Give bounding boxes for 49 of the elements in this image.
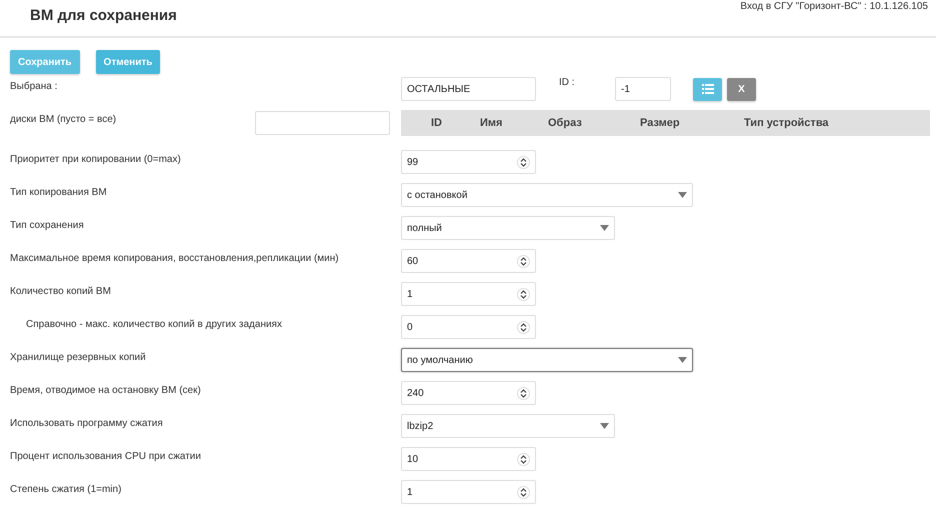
number-field[interactable]: 99	[401, 150, 536, 174]
caret-icon	[678, 192, 687, 198]
field-label: Степень сжатия (1=min)	[10, 483, 122, 495]
caret-icon	[600, 225, 609, 231]
field-label: Использовать программу сжатия	[10, 417, 164, 429]
spinner-icon	[517, 386, 530, 400]
field-label: Хранилище резервных копий	[10, 351, 147, 363]
spinner-icon	[517, 320, 530, 334]
text-field[interactable]: ОСТАЛЬНЫЕ	[401, 77, 536, 101]
caret-icon	[678, 357, 687, 363]
column-header[interactable]: Размер	[640, 117, 744, 129]
list-icon	[702, 84, 714, 94]
number-field[interactable]: 1	[401, 282, 536, 306]
clear-button[interactable]: X	[727, 78, 756, 100]
column-header[interactable]: ID	[431, 117, 480, 129]
list-button[interactable]	[693, 78, 722, 100]
dropdown[interactable]: по умолчанию	[401, 348, 693, 372]
number-field[interactable]: 10	[401, 447, 536, 471]
field-label: ID :	[558, 77, 576, 88]
field-label: диски ВМ (пусто = все)	[10, 114, 116, 127]
column-header[interactable]: Тип устройства	[744, 117, 829, 129]
field-label: Количество копий ВМ	[10, 285, 112, 297]
field-label: Время, отводимое на остановку ВМ (сек)	[10, 384, 202, 396]
id-field[interactable]: -1	[615, 77, 671, 101]
spinner-icon	[517, 486, 530, 498]
field-label: Тип копирования ВМ	[10, 186, 108, 198]
login-info: Вход в СГУ "Горизонт-ВС" : 10.1.126.105	[740, 0, 929, 12]
number-field[interactable]: 1	[401, 480, 536, 504]
field-label: Процент использования CPU при сжатии	[10, 450, 202, 462]
spinner-icon	[517, 288, 530, 300]
number-field[interactable]: 60	[401, 249, 536, 273]
field-label: Тип сохранения	[10, 219, 85, 231]
spinner-icon	[517, 254, 530, 268]
dropdown[interactable]: lbzip2	[401, 414, 615, 438]
column-header[interactable]: Образ	[548, 117, 640, 129]
spinner-icon	[517, 452, 530, 466]
number-field[interactable]: 0	[401, 315, 536, 339]
field-label: Максимальное время копирования, восстановления,репликации (мин)	[10, 252, 340, 264]
dropdown[interactable]: полный	[401, 216, 615, 240]
field-label: Приоритет при копировании (0=max)	[10, 153, 182, 165]
spinner-icon	[517, 156, 530, 168]
column-header[interactable]: Имя	[480, 117, 548, 129]
number-field[interactable]: 240	[401, 381, 536, 405]
page-title: ВМ для сохранения	[29, 6, 177, 24]
field-label: Выбрана :	[10, 80, 58, 92]
caret-icon	[600, 423, 609, 429]
field-label: Справочно - макс. количество копий в других заданиях	[25, 318, 283, 330]
text-field[interactable]	[255, 111, 390, 135]
dropdown[interactable]: с остановкой	[401, 183, 693, 207]
